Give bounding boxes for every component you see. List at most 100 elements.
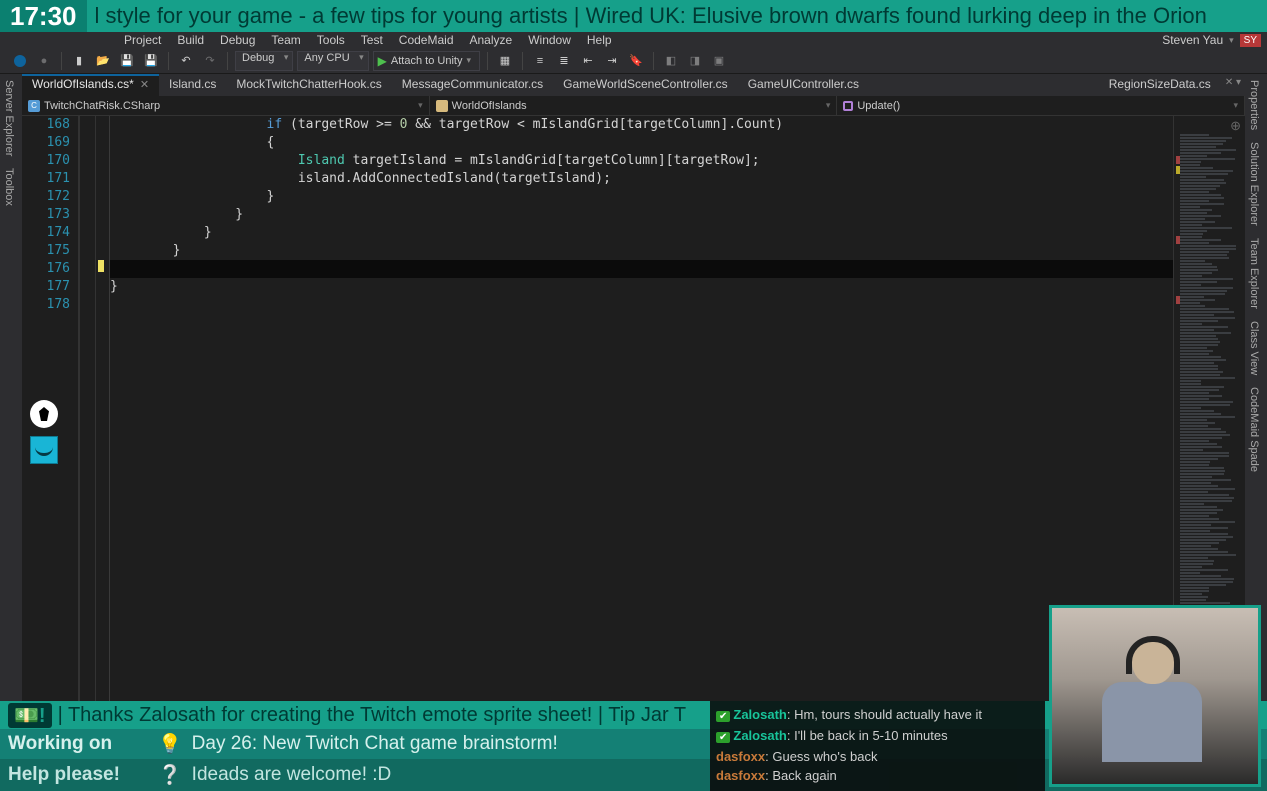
stream-float-icons — [30, 400, 58, 464]
question-icon: ❔ — [158, 763, 182, 787]
money-icon: 💵! — [8, 703, 52, 728]
chat-message: : I'll be back in 5-10 minutes — [787, 728, 948, 743]
redo-button[interactable]: ↷ — [200, 51, 220, 71]
twitch-chat-overlay: ✔Zalosath: Hm, tours should actually hav… — [710, 701, 1045, 791]
menu-tools[interactable]: Tools — [309, 33, 353, 47]
misc-icon-3[interactable]: ▣ — [709, 51, 729, 71]
panel-solution-explorer[interactable]: Solution Explorer — [1245, 136, 1263, 232]
left-panel-rail: Server ExplorerToolbox — [0, 74, 22, 791]
panel-toolbox[interactable]: Toolbox — [0, 162, 18, 212]
panel-properties[interactable]: Properties — [1245, 74, 1263, 136]
menu-bar: ProjectBuildDebugTeamToolsTestCodeMaidAn… — [0, 32, 1267, 48]
code-line[interactable]: } — [110, 278, 1173, 296]
code-line[interactable]: } — [110, 242, 1173, 260]
attach-to-unity-button[interactable]: ▶ Attach to Unity ▾ — [373, 51, 480, 71]
panel-class-view[interactable]: Class View — [1245, 315, 1263, 381]
toolbar: ● ▮ 📂 💾 💾 ↶ ↷ Debug Any CPU ▶ Attach to … — [0, 48, 1267, 74]
code-line[interactable]: } — [110, 188, 1173, 206]
solution-platform-combo[interactable]: Any CPU — [297, 51, 368, 71]
indent-icon[interactable]: ⇥ — [602, 51, 622, 71]
code-line[interactable]: } — [110, 224, 1173, 242]
help-label: Help please! — [8, 764, 148, 786]
tab-overflow-button[interactable]: ✕ ▾ — [1221, 74, 1245, 96]
tab-messagecommunicatorcs[interactable]: MessageCommunicator.cs — [392, 74, 553, 96]
lightbulb-icon: 💡 — [158, 732, 182, 756]
split-icon[interactable]: ⊕ — [1230, 118, 1241, 134]
menu-project[interactable]: Project — [116, 33, 169, 47]
stream-clock: 17:30 — [0, 0, 87, 32]
attach-label: Attach to Unity — [391, 55, 463, 67]
tab-regionsizedatacs[interactable]: RegionSizeData.cs — [1099, 74, 1221, 96]
chat-username: Zalosath — [733, 728, 786, 743]
misc-icon-1[interactable]: ◧ — [661, 51, 681, 71]
nav-fwd-button[interactable]: ● — [34, 51, 54, 71]
user-initials-badge[interactable]: SY — [1240, 34, 1261, 47]
chat-message: : Back again — [765, 768, 837, 783]
menu-debug[interactable]: Debug — [212, 33, 263, 47]
new-project-icon[interactable]: ▮ — [69, 51, 89, 71]
code-line[interactable]: Island targetIsland = mIslandGrid[target… — [110, 152, 1173, 170]
menu-user-name[interactable]: Steven Yau — [1162, 33, 1223, 47]
menu-help[interactable]: Help — [579, 33, 620, 47]
code-line[interactable]: island.AddConnectedIsland(targetIsland); — [110, 170, 1173, 188]
panel-team-explorer[interactable]: Team Explorer — [1245, 232, 1263, 315]
tip-text: | Thanks Zalosath for creating the Twitc… — [58, 704, 686, 727]
menu-window[interactable]: Window — [520, 33, 579, 47]
mod-badge-icon: ✔ — [716, 711, 730, 722]
solution-config-combo[interactable]: Debug — [235, 51, 293, 71]
webcam-feed — [1049, 605, 1261, 787]
code-line[interactable]: if (targetRow >= 0 && targetRow < mIslan… — [110, 116, 1173, 134]
stream-ticker: l style for your game - a few tips for y… — [87, 3, 1267, 29]
nav-member-label: Update() — [857, 100, 900, 112]
code-line[interactable] — [110, 296, 1173, 314]
open-file-icon[interactable]: 📂 — [93, 51, 113, 71]
nav-back-button[interactable] — [10, 51, 30, 71]
document-tabs: WorldOfIslands.cs*✕Island.csMockTwitchCh… — [22, 74, 1245, 96]
csharp-icon: C — [28, 100, 40, 112]
menu-codemaid[interactable]: CodeMaid — [391, 33, 462, 47]
tab-gameworldscenecontrollercs[interactable]: GameWorldSceneController.cs — [553, 74, 738, 96]
undo-button[interactable]: ↶ — [176, 51, 196, 71]
save-icon[interactable]: 💾 — [117, 51, 137, 71]
working-on-text: Day 26: New Twitch Chat game brainstorm! — [192, 733, 558, 755]
bookmark-icon[interactable]: 🔖 — [626, 51, 646, 71]
misc-icon-2[interactable]: ◨ — [685, 51, 705, 71]
tool-icon-1[interactable]: ▦ — [495, 51, 515, 71]
menu-test[interactable]: Test — [353, 33, 391, 47]
tab-worldofislandscs[interactable]: WorldOfIslands.cs*✕ — [22, 74, 159, 96]
code-line[interactable] — [110, 260, 1173, 278]
chat-username: dasfoxx — [716, 749, 765, 764]
outdent-icon[interactable]: ⇤ — [578, 51, 598, 71]
code-body[interactable]: if (targetRow >= 0 && targetRow < mIslan… — [110, 116, 1173, 791]
code-line[interactable]: { — [110, 134, 1173, 152]
working-on-label: Working on — [8, 733, 148, 755]
chevron-down-icon[interactable]: ▾ — [1229, 35, 1234, 46]
mod-badge-icon: ✔ — [716, 732, 730, 743]
nav-project-combo[interactable]: C TwitchChatRisk.CSharp ▾ — [22, 96, 430, 115]
menu-team[interactable]: Team — [263, 33, 308, 47]
panel-codemaid-spade[interactable]: CodeMaid Spade — [1245, 381, 1263, 478]
panel-server-explorer[interactable]: Server Explorer — [0, 74, 18, 162]
stream-header: 17:30 l style for your game - a few tips… — [0, 0, 1267, 32]
code-line[interactable]: } — [110, 206, 1173, 224]
tab-mocktwitchchatterhookcs[interactable]: MockTwitchChatterHook.cs — [226, 74, 391, 96]
save-all-icon[interactable]: 💾 — [141, 51, 161, 71]
chat-message: : Hm, tours should actually have it — [787, 707, 982, 722]
fold-column[interactable] — [80, 116, 96, 791]
uncomment-icon[interactable]: ≣ — [554, 51, 574, 71]
menu-analyze[interactable]: Analyze — [462, 33, 521, 47]
nav-class-combo[interactable]: WorldOfIslands ▾ — [430, 96, 838, 115]
help-text: Ideads are welcome! :D — [192, 764, 392, 786]
menu-build[interactable]: Build — [169, 33, 212, 47]
chat-line: dasfoxx: Back again — [716, 766, 1039, 785]
tab-gameuicontrollercs[interactable]: GameUIController.cs — [738, 74, 869, 96]
comment-icon[interactable]: ≡ — [530, 51, 550, 71]
method-icon — [843, 101, 853, 111]
nav-class-label: WorldOfIslands — [452, 100, 527, 112]
nav-project-label: TwitchChatRisk.CSharp — [44, 100, 160, 112]
chat-line: ✔Zalosath: I'll be back in 5-10 minutes — [716, 726, 1039, 747]
close-icon[interactable]: ✕ — [140, 79, 149, 91]
nav-member-combo[interactable]: Update() ▾ — [837, 96, 1245, 115]
play-icon: ▶ — [378, 54, 387, 68]
tab-islandcs[interactable]: Island.cs — [159, 74, 226, 96]
